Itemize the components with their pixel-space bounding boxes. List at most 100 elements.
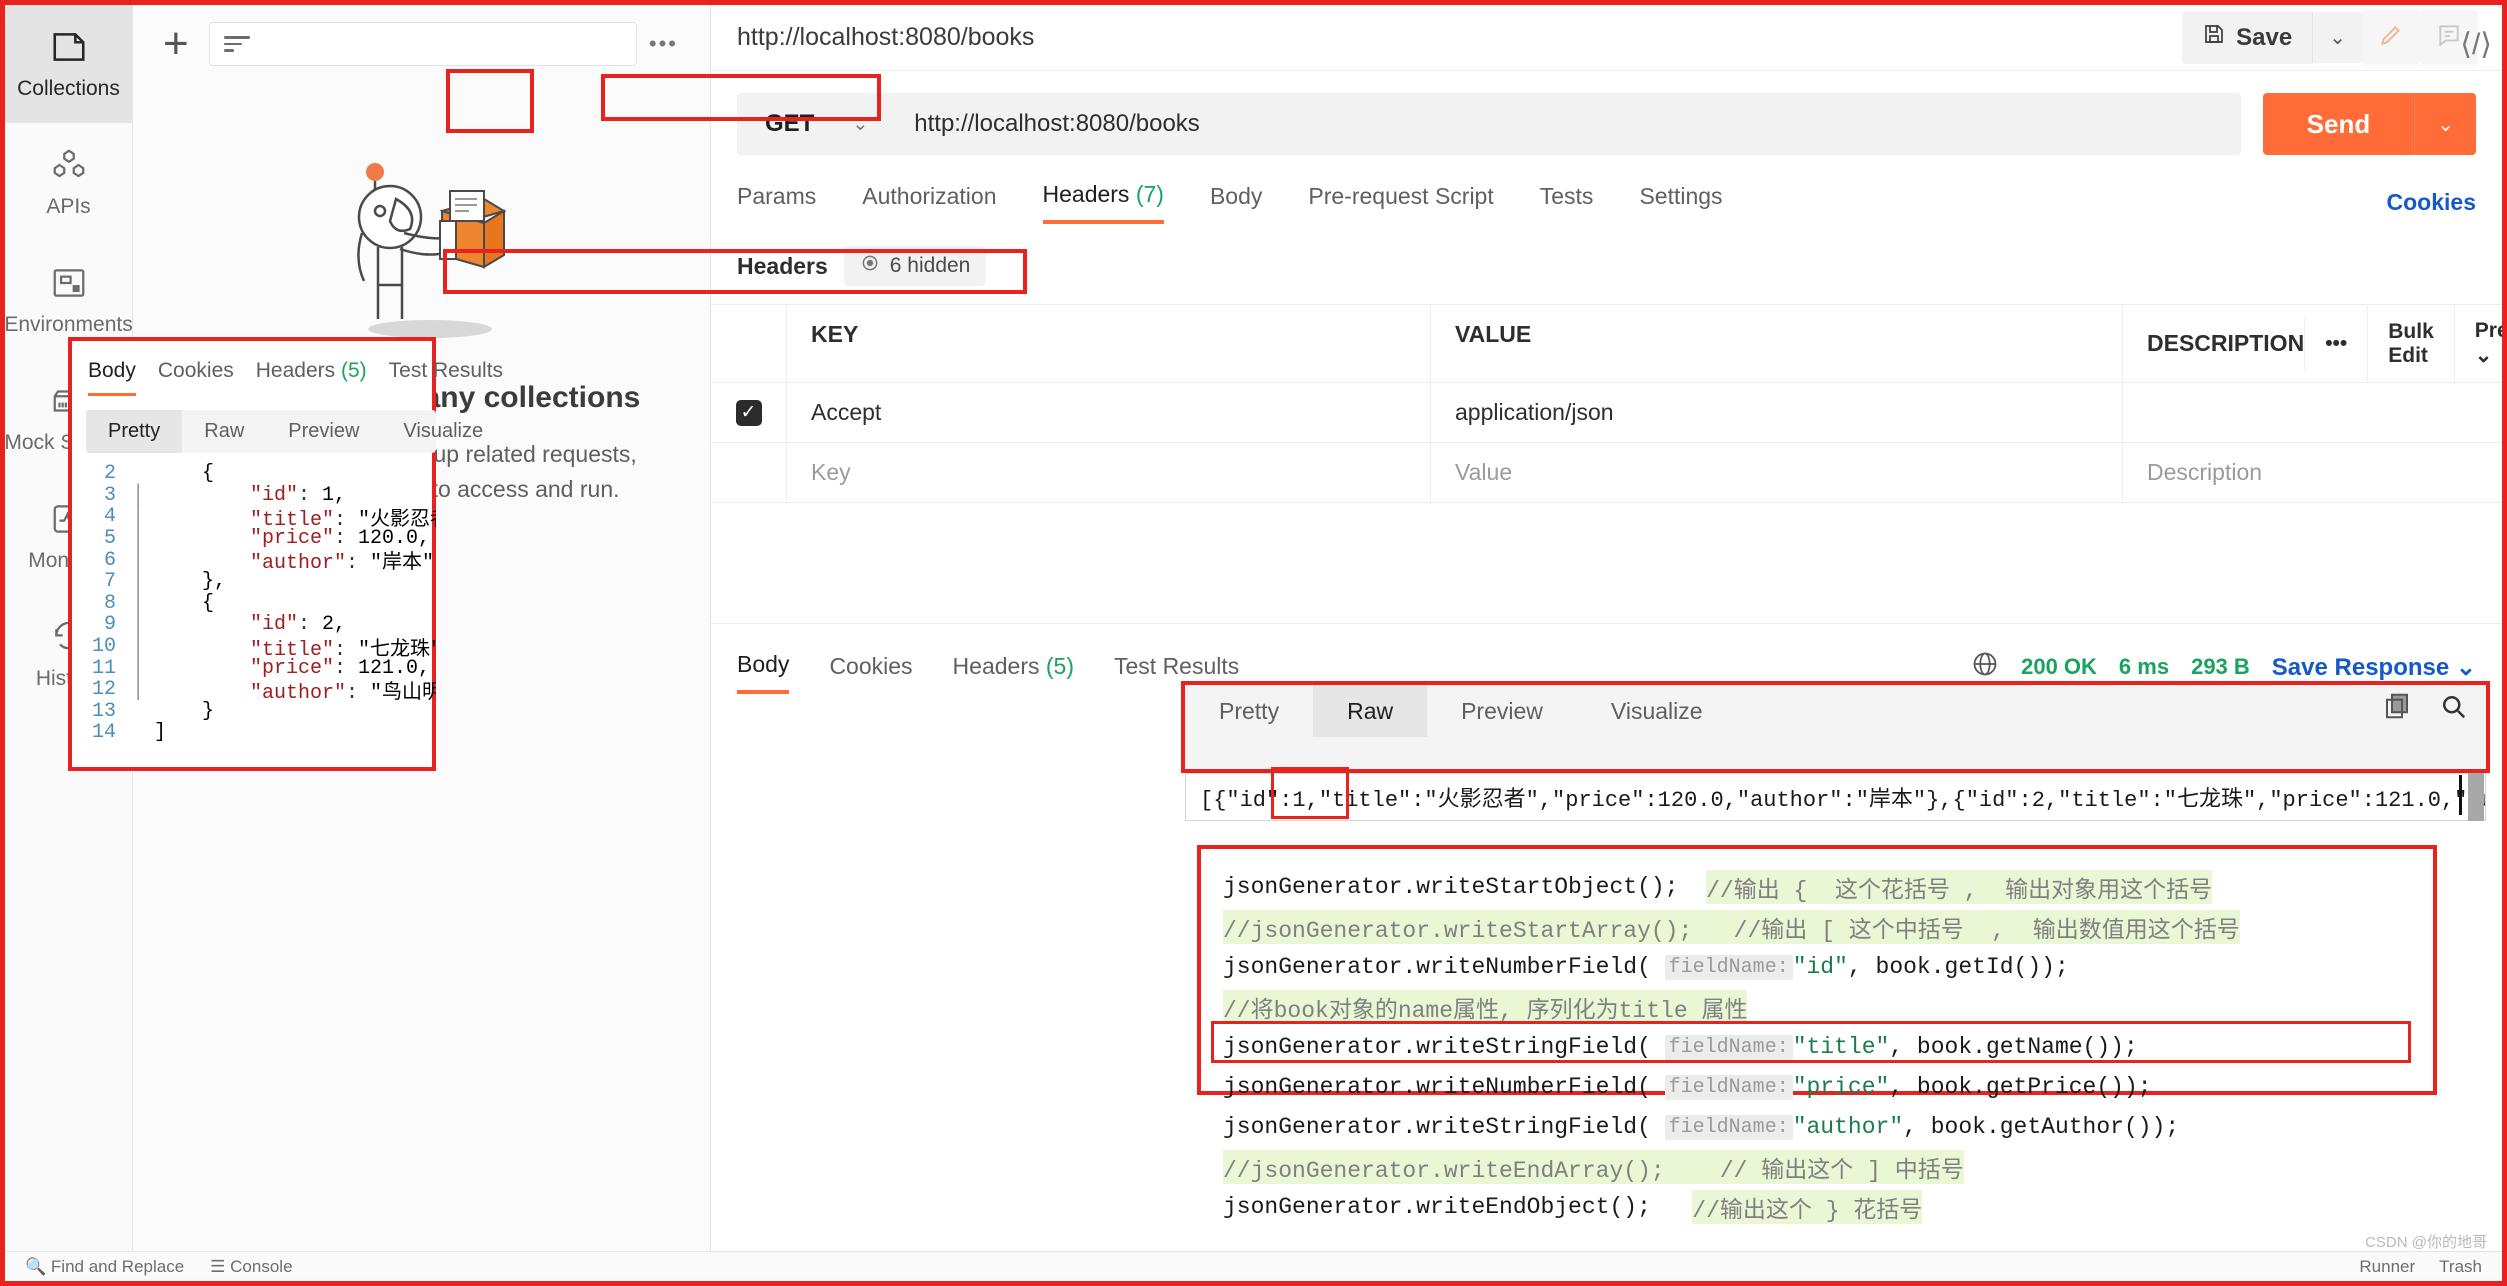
- json-code-line: 14]: [86, 721, 436, 745]
- new-collection-button[interactable]: +: [155, 22, 197, 66]
- row-checkbox-cell[interactable]: [711, 443, 787, 502]
- line-number: 10: [91, 635, 116, 659]
- fold-guide: │: [132, 505, 145, 529]
- tab-authorization[interactable]: Authorization: [862, 183, 996, 222]
- page-title: http://localhost:8080/books: [737, 23, 1035, 51]
- json-pretty-viewer[interactable]: 2 {3│ "id": 1,4│ "title": "火影忍者",5│ "pri…: [86, 463, 436, 763]
- runner-button[interactable]: Runner: [2359, 1257, 2415, 1277]
- response-subtab-visualize[interactable]: Visualize: [1577, 685, 1737, 737]
- pencil-icon: [2378, 26, 2404, 52]
- response-tab-body[interactable]: Body: [737, 651, 790, 694]
- bulk-edit-button[interactable]: Bulk Edit: [2367, 305, 2454, 382]
- http-method-selector[interactable]: GET ⌄: [737, 93, 895, 155]
- new-description-input[interactable]: Description: [2123, 443, 2502, 502]
- left-tab-body[interactable]: Body: [88, 359, 136, 396]
- code-line: jsonGenerator.writeEndObject(); //输出这个 }…: [1201, 1187, 2433, 1227]
- collections-more-button[interactable]: •••: [649, 31, 688, 57]
- line-number: 12: [91, 678, 116, 702]
- row-value[interactable]: application/json: [1431, 383, 2123, 442]
- save-button[interactable]: Save: [2182, 11, 2313, 64]
- response-subtab-preview[interactable]: Preview: [1427, 685, 1577, 737]
- tab-params[interactable]: Params: [737, 183, 816, 222]
- request-url-input[interactable]: [894, 93, 2241, 155]
- left-tab-cookies[interactable]: Cookies: [158, 359, 234, 396]
- table-more-button[interactable]: •••: [2304, 317, 2367, 370]
- save-response-button[interactable]: Save Response ⌄: [2272, 653, 2476, 682]
- hidden-headers-toggle[interactable]: 6 hidden: [843, 246, 987, 286]
- status-bar-right: Runner Trash: [2359, 1257, 2482, 1277]
- json-line-text: ]: [154, 721, 167, 745]
- tab-pre-request-script[interactable]: Pre-request Script: [1308, 183, 1493, 222]
- raw-response-body[interactable]: [{"id":1,"title":"火影忍者","price":120.0,"a…: [1185, 773, 2486, 821]
- response-tab-headers[interactable]: Headers (5): [953, 653, 1074, 692]
- search-icon[interactable]: [2438, 691, 2468, 726]
- empty-illustration: [357, 163, 507, 338]
- response-size: 293 B: [2191, 654, 2250, 679]
- line-number: 9: [103, 613, 116, 637]
- left-subtab-raw[interactable]: Raw: [182, 410, 266, 453]
- fold-guide: │: [132, 591, 145, 615]
- code-snippet-annotation: jsonGenerator.writeStartObject(); //输出 {…: [1197, 845, 2437, 1224]
- tab-headers[interactable]: Headers (7): [1042, 181, 1164, 224]
- response-tab-cookies[interactable]: Cookies: [829, 653, 912, 692]
- headers-label: Headers: [737, 252, 828, 279]
- response-section: Body Cookies Headers (5) Test Results 20…: [711, 623, 2502, 1224]
- edit-button[interactable]: [2362, 10, 2420, 65]
- tab-body[interactable]: Body: [1210, 183, 1262, 222]
- response-subtab-pretty[interactable]: Pretty: [1185, 685, 1313, 737]
- save-dropdown-button[interactable]: ⌄: [2312, 12, 2362, 63]
- console-button[interactable]: ☰ Console: [210, 1257, 292, 1277]
- code-snippet-icon[interactable]: ⟨/⟩: [2460, 27, 2492, 62]
- table-actions: ••• Bulk Edit Presets ⌄: [2304, 305, 2507, 382]
- http-method-label: GET: [765, 110, 815, 137]
- response-view-modes: Pretty Raw Preview Visualize: [1185, 685, 2486, 769]
- row-description[interactable]: [2123, 383, 2502, 442]
- left-subtab-pretty[interactable]: Pretty: [86, 410, 183, 453]
- row-checkbox-cell[interactable]: ✓: [711, 383, 787, 442]
- console-icon: ☰: [210, 1256, 226, 1276]
- sidebar-item-apis[interactable]: APIs: [5, 123, 133, 241]
- line-number: 5: [103, 527, 116, 551]
- tab-settings[interactable]: Settings: [1639, 183, 1722, 222]
- find-and-replace-button[interactable]: 🔍 Find and Replace: [25, 1257, 184, 1277]
- new-key-input[interactable]: Key: [787, 443, 1431, 502]
- code-line: jsonGenerator.writeNumberField( fieldNam…: [1223, 1074, 2152, 1100]
- left-tab-headers[interactable]: Headers (5): [256, 359, 367, 396]
- status-bar: 🔍 Find and Replace ☰ Console Runner Tras…: [5, 1251, 2502, 1281]
- presets-button[interactable]: Presets ⌄: [2453, 305, 2507, 382]
- table-row[interactable]: ✓ Accept application/json: [711, 383, 2502, 443]
- tab-tests[interactable]: Tests: [1540, 183, 1594, 222]
- send-button[interactable]: Send: [2262, 93, 2415, 155]
- sidebar-item-label: Environments: [4, 312, 133, 336]
- line-number: 4: [103, 505, 116, 529]
- json-line-text: {: [154, 463, 215, 486]
- column-value: VALUE: [1431, 305, 2123, 382]
- send-dropdown-button[interactable]: ⌄: [2414, 93, 2476, 155]
- table-row-placeholder[interactable]: Key Value Description: [711, 443, 2502, 503]
- status-badge: 200 OK: [2021, 654, 2097, 679]
- json-line-text: },: [154, 570, 227, 594]
- copy-icon[interactable]: [2382, 691, 2412, 726]
- collections-filter-input[interactable]: [208, 22, 637, 66]
- column-description: DESCRIPTION: [2147, 330, 2305, 356]
- checkbox-checked-icon[interactable]: ✓: [735, 399, 762, 426]
- json-code-line: 6 │ "author": "岸本": [86, 549, 436, 576]
- collections-toolbar: + •••: [133, 5, 710, 83]
- sidebar-item-collections[interactable]: Collections: [4, 5, 133, 123]
- fold-guide: │: [132, 678, 145, 702]
- json-code-line: 4│ "title": "火影忍者",: [86, 505, 436, 532]
- trash-button[interactable]: Trash: [2439, 1257, 2482, 1277]
- send-group: Send ⌄: [2262, 93, 2476, 155]
- left-subtab-visualize[interactable]: Visualize: [381, 410, 505, 453]
- response-subtab-raw[interactable]: Raw: [1313, 685, 1428, 737]
- left-subtab-preview[interactable]: Preview: [266, 410, 381, 453]
- header-actions: Save ⌄: [2182, 10, 2502, 65]
- line-number: 11: [91, 656, 116, 680]
- annotated-response-card: Body Cookies Headers (5) Test Results Pr…: [68, 337, 503, 771]
- new-value-input[interactable]: Value: [1431, 443, 2123, 502]
- scrollbar-thumb[interactable]: [2468, 773, 2484, 821]
- row-key[interactable]: Accept: [787, 383, 1431, 442]
- json-code-line: 8 │ {: [86, 591, 436, 615]
- left-tab-test-results[interactable]: Test Results: [389, 359, 503, 396]
- cookies-link[interactable]: Cookies: [2387, 189, 2476, 216]
